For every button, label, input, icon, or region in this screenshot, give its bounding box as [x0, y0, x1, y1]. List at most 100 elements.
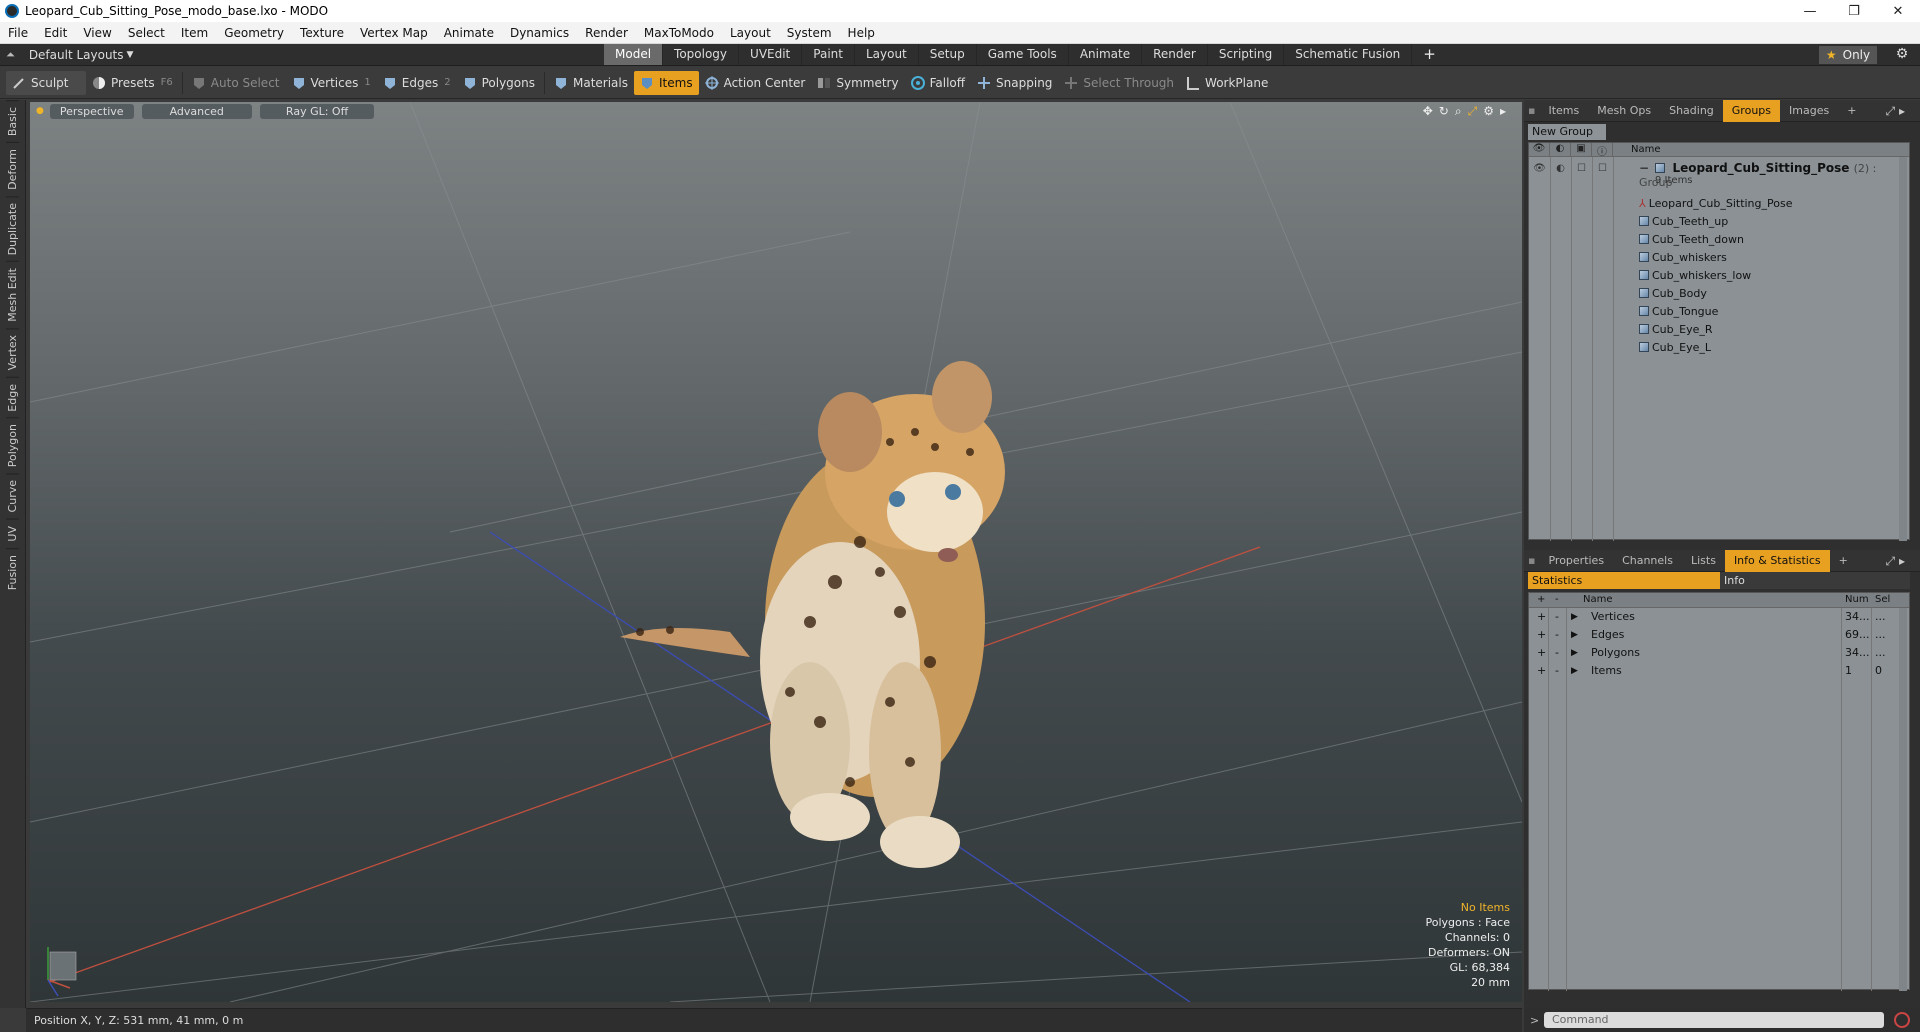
group-root-row[interactable]: 👁 ◐ ☐ ☐ − Leopard_Cub_Sitting_Pose (2) :… — [1529, 159, 1909, 191]
symmetry-button[interactable]: Symmetry — [811, 71, 904, 95]
expand-arrow-icon[interactable]: ▶ — [1571, 630, 1578, 640]
tab-game-tools[interactable]: Game Tools — [977, 44, 1069, 65]
only-button[interactable]: ★ Only — [1819, 46, 1877, 64]
workplane-button[interactable]: WorkPlane — [1180, 71, 1274, 95]
side-tab-basic[interactable]: Basic — [6, 100, 19, 143]
tab-properties[interactable]: Properties — [1539, 550, 1613, 572]
side-tab-edge[interactable]: Edge — [6, 376, 19, 418]
render-col-icon[interactable]: ◐ — [1550, 143, 1571, 157]
render-toggle-icon[interactable]: ◐ — [1550, 159, 1571, 177]
side-tab-polygon[interactable]: Polygon — [6, 417, 19, 474]
add-panel-tab-icon[interactable]: + — [1838, 100, 1865, 122]
tab-lists[interactable]: Lists — [1682, 550, 1725, 572]
tab-animate[interactable]: Animate — [1069, 44, 1143, 65]
remove-icon[interactable]: - — [1555, 610, 1559, 623]
list-item[interactable]: Cub_Tongue — [1529, 303, 1909, 321]
menu-item[interactable]: Item — [173, 26, 216, 40]
list-item[interactable]: Cub_Teeth_down — [1529, 231, 1909, 249]
tab-topology[interactable]: Topology — [663, 44, 740, 65]
tab-uvedit[interactable]: UVEdit — [739, 44, 803, 65]
table-row[interactable]: + - ▶ Polygons 34... ... — [1529, 644, 1909, 662]
tab-mesh-ops[interactable]: Mesh Ops — [1588, 100, 1660, 122]
tab-render[interactable]: Render — [1142, 44, 1208, 65]
fit-view-icon[interactable]: ⤢ — [1468, 104, 1478, 119]
presets-button[interactable]: Presets F6 — [86, 71, 179, 95]
tab-groups[interactable]: Groups — [1722, 99, 1781, 122]
expand-arrow-icon[interactable]: ▶ — [1571, 648, 1578, 658]
new-group-button[interactable]: New Group — [1528, 124, 1606, 140]
menu-layout[interactable]: Layout — [722, 26, 779, 40]
viewport-expand-icon[interactable]: ▸ — [1500, 104, 1506, 119]
zoom-view-icon[interactable]: ⌕ — [1455, 104, 1462, 119]
expand-all-icon[interactable]: + — [1537, 594, 1545, 605]
polygons-button[interactable]: Polygons — [457, 71, 541, 95]
tab-images[interactable]: Images — [1780, 100, 1838, 122]
viewport-menu-icon[interactable]: ● — [36, 106, 44, 116]
statistics-tab[interactable]: Statistics — [1528, 572, 1720, 589]
add-icon[interactable]: + — [1537, 610, 1546, 623]
side-tab-vertex[interactable]: Vertex — [6, 328, 19, 377]
tab-setup[interactable]: Setup — [919, 44, 977, 65]
side-tab-uv[interactable]: UV — [6, 518, 19, 548]
materials-button[interactable]: Materials — [548, 71, 634, 95]
name-header[interactable]: Name — [1583, 594, 1613, 605]
select-col-icon[interactable]: ⓘ — [1592, 143, 1613, 158]
select-through-button[interactable]: Select Through — [1058, 71, 1180, 95]
viewport-settings-icon[interactable]: ⚙ — [1483, 104, 1494, 119]
tab-schematic-fusion[interactable]: Schematic Fusion — [1284, 44, 1413, 65]
command-record-icon[interactable] — [1894, 1012, 1910, 1028]
table-row[interactable]: + - ▶ Items 1 0 — [1529, 662, 1909, 680]
remove-icon[interactable]: - — [1555, 664, 1559, 677]
side-tab-deform[interactable]: Deform — [6, 142, 19, 197]
list-item[interactable]: Cub_Eye_R — [1529, 321, 1909, 339]
side-tab-curve[interactable]: Curve — [6, 473, 19, 519]
side-tab-duplicate[interactable]: Duplicate — [6, 196, 19, 262]
list-item[interactable]: Cub_whiskers_low — [1529, 267, 1909, 285]
select-checkbox[interactable]: ☐ — [1592, 159, 1613, 177]
tab-channels[interactable]: Channels — [1613, 550, 1682, 572]
menu-dynamics[interactable]: Dynamics — [502, 26, 577, 40]
info-tab[interactable]: Info — [1720, 572, 1910, 589]
expand-arrow-icon[interactable]: ▶ — [1571, 666, 1578, 676]
eye-icon[interactable]: 👁 — [1529, 159, 1550, 177]
add-panel-tab-icon[interactable]: + — [1830, 550, 1857, 572]
move-view-icon[interactable]: ✥ — [1423, 104, 1433, 119]
list-item[interactable]: Cub_Teeth_up — [1529, 213, 1909, 231]
items-button[interactable]: Items — [634, 70, 699, 95]
groups-scrollbar[interactable] — [1899, 157, 1907, 541]
menu-view[interactable]: View — [75, 26, 119, 40]
visibility-col-icon[interactable]: 👁 — [1529, 143, 1550, 157]
side-tab-mesh-edit[interactable]: Mesh Edit — [6, 261, 19, 329]
list-item[interactable]: Cub_whiskers — [1529, 249, 1909, 267]
list-item[interactable]: Cub_Body — [1529, 285, 1909, 303]
raygl-button[interactable]: Ray GL: Off — [259, 103, 375, 119]
list-item[interactable]: Cub_Eye_L — [1529, 339, 1909, 357]
add-icon[interactable]: + — [1537, 628, 1546, 641]
falloff-button[interactable]: Falloff — [905, 71, 971, 95]
tab-scripting[interactable]: Scripting — [1208, 44, 1285, 65]
add-icon[interactable]: + — [1537, 664, 1546, 677]
snapping-button[interactable]: Snapping — [971, 71, 1058, 95]
close-button[interactable]: ✕ — [1876, 0, 1920, 22]
tab-model[interactable]: Model — [604, 44, 664, 65]
add-icon[interactable]: + — [1537, 646, 1546, 659]
command-input[interactable]: Command — [1544, 1012, 1884, 1028]
remove-icon[interactable]: - — [1555, 628, 1559, 641]
menu-edit[interactable]: Edit — [36, 26, 75, 40]
menu-select[interactable]: Select — [120, 26, 173, 40]
tab-layout[interactable]: Layout — [855, 44, 919, 65]
panel-expand-icon[interactable]: ⤢ ▸ — [1877, 550, 1914, 572]
menu-help[interactable]: Help — [840, 26, 883, 40]
tab-shading[interactable]: Shading — [1660, 100, 1723, 122]
lock-col-icon[interactable]: ▣ — [1571, 143, 1592, 157]
layout-dropdown[interactable]: ⏶ Default Layouts ▼ — [6, 48, 133, 62]
menu-file[interactable]: File — [0, 26, 36, 40]
auto-select-button[interactable]: Auto Select — [186, 71, 286, 95]
rotate-view-icon[interactable]: ↻ — [1439, 104, 1449, 119]
action-center-button[interactable]: Action Center — [699, 71, 812, 95]
tab-info-statistics[interactable]: Info & Statistics — [1724, 549, 1830, 572]
collapse-toggle-icon[interactable]: − — [1639, 161, 1649, 175]
tab-items[interactable]: Items — [1539, 100, 1588, 122]
menu-render[interactable]: Render — [577, 26, 636, 40]
menu-system[interactable]: System — [779, 26, 840, 40]
